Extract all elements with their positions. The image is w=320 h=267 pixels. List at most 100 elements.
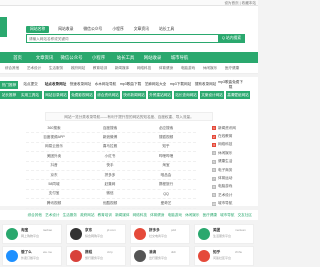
quick-link[interactable]: 芝麻网站大全 (143, 82, 168, 87)
site-link[interactable]: 网易云音乐 (26, 144, 82, 149)
nav-item-articles[interactable]: 文章资讯 (31, 55, 58, 61)
rank-item[interactable]: 5 健康生活 (210, 158, 258, 166)
rank-item[interactable]: 4 休闲娱乐 (210, 149, 258, 157)
site-link[interactable]: 腾讯视频 (26, 201, 82, 206)
quick-link[interactable]: 站点收录网址 (43, 82, 68, 87)
quick-link[interactable]: 搜狗收录网站 (193, 82, 218, 87)
site-link[interactable]: 知乎 (138, 144, 194, 149)
quick-link[interactable]: 站点提交 (18, 82, 43, 87)
site-link[interactable]: 新浪微博 (82, 135, 138, 140)
site-link[interactable]: 搜狐视频 (138, 135, 194, 140)
site-link[interactable]: 爱奇艺 (138, 201, 194, 206)
category-link[interactable]: 电脑游戏 (166, 213, 184, 218)
site-link[interactable]: 携程旅行 (138, 182, 194, 187)
subnav-item[interactable]: 网络科技 (133, 66, 155, 71)
category-link[interactable]: 交友社区 (236, 213, 254, 218)
site-link[interactable]: 百度搜索 (82, 126, 138, 131)
nav-item-city[interactable]: 城市导航 (166, 55, 193, 61)
quick-link[interactable]: mp3下载网站 (168, 82, 193, 87)
site-card[interactable]: 京东 jd.com 综合网购平台 (66, 224, 126, 244)
search-tab[interactable]: 网站收录 (57, 26, 74, 33)
search-tab[interactable]: 站长工具 (158, 26, 175, 33)
quick-link[interactable]: mp3歌曲免费下载 (218, 80, 243, 90)
site-logo[interactable] (0, 17, 7, 37)
search-tab[interactable]: 微信公众号 (82, 26, 103, 33)
site-link[interactable]: 唯品会 (138, 173, 194, 178)
rank-item[interactable]: 6 电子商务 (210, 166, 258, 174)
rank-item[interactable]: 3 网络科技 (210, 141, 258, 149)
site-link[interactable]: 赶集网 (82, 182, 138, 187)
quick-link[interactable]: 网站目录网站 (44, 90, 68, 99)
quick-link[interactable]: mp3歌曲下载 (118, 82, 143, 87)
category-link[interactable]: 城市导航 (219, 213, 237, 218)
category-link[interactable]: 网络科技 (131, 213, 149, 218)
quick-link[interactable]: 免费影视网站 (70, 90, 94, 99)
nav-item-sites[interactable]: 网站收录 (139, 55, 166, 61)
site-link[interactable]: 必应搜索 (138, 126, 194, 131)
site-link[interactable]: 小红书 (82, 154, 138, 159)
subnav-item[interactable]: 政府网站 (67, 66, 89, 71)
quick-link[interactable]: 快讯新闻网站 (122, 90, 146, 99)
search-button[interactable]: Q 站内搜索 (218, 34, 245, 43)
rank-item[interactable]: 9 艺术设计 (210, 191, 258, 199)
category-link[interactable]: 新闻媒体 (114, 213, 132, 218)
nav-item-home[interactable]: 首页 (4, 55, 31, 61)
site-link[interactable]: 快手 (82, 163, 138, 168)
quick-link[interactable]: 实用工具站 (18, 90, 42, 99)
site-link[interactable]: 58同城 (26, 182, 82, 187)
site-link[interactable]: 京东 (26, 173, 82, 178)
site-card[interactable]: 滴滴 didi 出行服务平台 (130, 246, 190, 266)
search-input[interactable] (27, 35, 207, 42)
category-link[interactable]: 综合其他 (26, 213, 44, 218)
search-tab[interactable]: 文章资讯 (133, 26, 150, 33)
site-link[interactable]: 拼多多 (82, 173, 138, 178)
category-link[interactable]: 体育健身 (149, 213, 167, 218)
quick-link[interactable]: 站长查询网站 (174, 90, 198, 99)
rank-item[interactable]: 1 新闻资讯网 (210, 124, 258, 132)
site-link[interactable]: 喜马拉雅 (82, 144, 138, 149)
category-link[interactable]: 政府网站 (79, 213, 97, 218)
subnav-item[interactable]: 生活服务 (45, 66, 67, 71)
site-link[interactable]: QQ (138, 192, 194, 196)
rank-item[interactable]: 2 在线教育 (210, 132, 258, 140)
quick-link[interactable]: 高清壁纸网站 (226, 90, 250, 99)
site-link[interactable]: 美团外卖 (26, 154, 82, 159)
subnav-item[interactable]: 体育健身 (155, 66, 177, 71)
category-link[interactable]: 医疗健康 (201, 213, 219, 218)
quick-link[interactable]: 文案设计网站 (200, 90, 224, 99)
subnav-item[interactable]: 综合其他 (1, 66, 23, 71)
search-tab[interactable]: 小程序 (111, 26, 124, 33)
site-link[interactable]: 360搜索 (26, 126, 82, 131)
site-link[interactable]: 支付宝 (26, 191, 82, 196)
quick-link[interactable]: 综合资讯网站 (96, 90, 120, 99)
site-card[interactable]: 拼多多 pdd 社交电商平台 (130, 224, 190, 244)
subnav-item[interactable]: 教育培训 (89, 66, 111, 71)
subnav-item[interactable]: 电脑游戏 (177, 66, 199, 71)
category-link[interactable]: 教育培训 (96, 213, 114, 218)
site-card[interactable]: 淘宝 taobao 网上购物平台 (2, 224, 62, 244)
subnav-item[interactable]: 新闻媒体 (111, 66, 133, 71)
subnav-item[interactable]: 医疗健康 (221, 66, 243, 71)
search-tab[interactable]: 网站名称 (26, 26, 50, 33)
quick-link[interactable]: 外贸建站网站 (148, 90, 172, 99)
site-card[interactable]: 携程 ctrip 旅行服务平台 (66, 246, 126, 266)
site-card[interactable]: 美团 meituan 生活服务平台 (194, 224, 254, 244)
category-link[interactable]: 生活服务 (61, 213, 79, 218)
subnav-item[interactable]: 艺术设计 (23, 66, 45, 71)
top-links[interactable]: 设为首页 | 收藏本站 (224, 1, 256, 6)
nav-item-tools[interactable]: 站长工具 (112, 55, 139, 61)
site-link[interactable]: 抖音 (26, 163, 82, 168)
rank-item[interactable]: 8 电脑游戏 (210, 183, 258, 191)
site-link[interactable]: 淘宝 (138, 163, 194, 168)
site-link[interactable]: 百度视频APP (26, 135, 82, 140)
site-link[interactable]: 微信 (82, 191, 138, 196)
quick-link[interactable]: 水木网址导航 (93, 82, 118, 87)
rank-item[interactable]: 10 城市导航 (210, 200, 258, 208)
site-card[interactable]: 知乎 zhihu 问答社区平台 (194, 246, 254, 266)
subnav-item[interactable]: 休闲娱乐 (199, 66, 221, 71)
nav-item-wechat[interactable]: 微信公众号 (58, 55, 85, 61)
site-link[interactable]: 哔哩哔哩 (138, 154, 194, 159)
quick-link[interactable]: 快速收录网址 (68, 82, 93, 87)
site-link[interactable]: 优酷视频 (82, 201, 138, 206)
site-card[interactable]: 饿了么 ele.me 外卖订餐平台 (2, 246, 62, 266)
